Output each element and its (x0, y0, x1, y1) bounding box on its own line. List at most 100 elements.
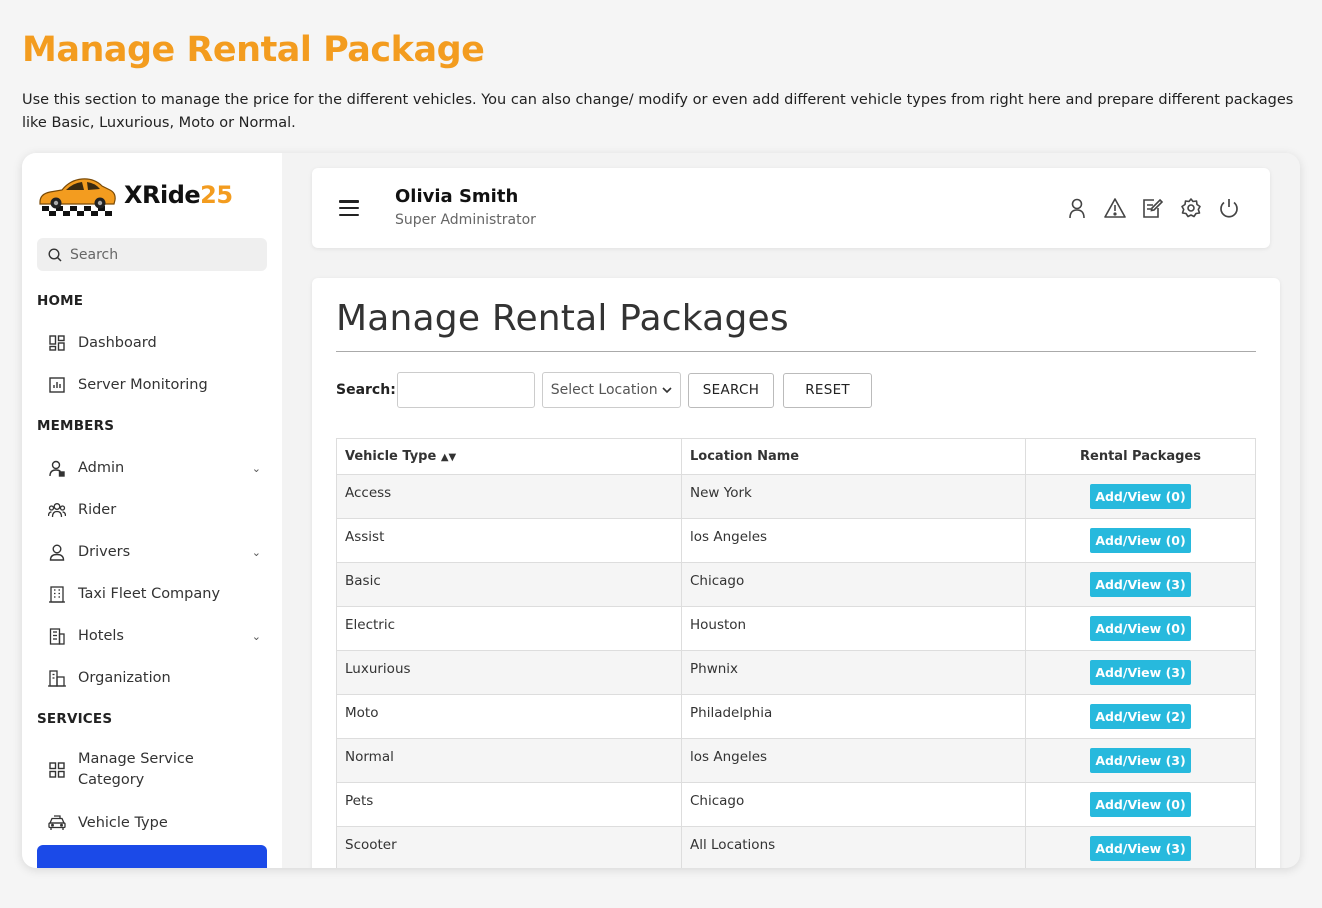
user-name: Olivia Smith (395, 186, 519, 207)
add-view-packages-button[interactable]: Add/View (3) (1090, 572, 1191, 597)
location-name-cell: Philadelphia (681, 694, 1026, 739)
table-row: Electric Houston Add/View (0) (336, 606, 1256, 651)
vehicle-type-cell: Electric (336, 606, 682, 651)
settings-icon[interactable] (1180, 197, 1202, 219)
sidebar-item-taxi-fleet-company[interactable]: Taxi Fleet Company (37, 584, 267, 604)
chevron-down-icon: ⌄ (251, 629, 261, 643)
location-name-cell: Chicago (681, 782, 1026, 827)
page-title: Manage Rental Package (22, 30, 485, 70)
sidebar-item-hotels[interactable]: Hotels ⌄ (37, 626, 267, 646)
rental-packages-cell: Add/View (2) (1025, 694, 1256, 739)
section-home: HOME (37, 293, 84, 309)
top-bar: Olivia Smith Super Administrator (312, 168, 1270, 248)
sidebar-item-label: Drivers (78, 544, 131, 560)
car-logo-icon (39, 178, 116, 216)
menu-icon[interactable] (339, 200, 359, 216)
location-select[interactable]: Select Location (541, 372, 681, 408)
add-view-packages-button[interactable]: Add/View (3) (1090, 660, 1191, 685)
sidebar-item-rider[interactable]: Rider (37, 500, 267, 520)
sidebar-item-label: Server Monitoring (78, 377, 208, 393)
rental-packages-cell: Add/View (0) (1025, 606, 1256, 651)
vehicle-type-cell: Pets (336, 782, 682, 827)
add-view-packages-button[interactable]: Add/View (3) (1090, 836, 1191, 861)
alert-icon[interactable] (1104, 197, 1126, 219)
sidebar-item-label: Taxi Fleet Company (78, 586, 221, 602)
chevron-down-icon: ⌄ (251, 545, 261, 559)
panel-title: Manage Rental Packages (336, 298, 789, 339)
location-name-cell: los Angeles (681, 738, 1026, 783)
chevron-down-icon: ⌄ (251, 461, 261, 475)
location-select-value: Select Location (550, 382, 658, 398)
rental-packages-cell: Add/View (3) (1025, 738, 1256, 783)
column-header-vehicle-type[interactable]: Vehicle Type ▲▼ (336, 438, 682, 475)
add-view-packages-button[interactable]: Add/View (0) (1090, 792, 1191, 817)
vehicle-type-cell: Normal (336, 738, 682, 783)
user-role: Super Administrator (395, 212, 536, 228)
section-services: SERVICES (37, 711, 113, 727)
dashboard-icon (47, 333, 67, 353)
sidebar-item-dashboard[interactable]: Dashboard (37, 333, 267, 353)
rider-group-icon (47, 500, 67, 520)
brand-logo[interactable]: XRide25 (36, 171, 233, 219)
sidebar-item-label: Manage Service Category (78, 751, 194, 788)
table-row: Pets Chicago Add/View (0) (336, 782, 1256, 827)
location-name-cell: New York (681, 474, 1026, 519)
table-row: Basic Chicago Add/View (3) (336, 562, 1256, 607)
location-name-cell: Houston (681, 606, 1026, 651)
sidebar-item-admin[interactable]: Admin ⌄ (37, 458, 267, 478)
sidebar-search[interactable] (37, 238, 267, 271)
add-view-packages-button[interactable]: Add/View (3) (1090, 748, 1191, 773)
table-row: Moto Philadelphia Add/View (2) (336, 694, 1256, 739)
search-label: Search: (336, 382, 396, 398)
section-members: MEMBERS (37, 418, 115, 434)
vehicle-type-cell: Assist (336, 518, 682, 563)
location-name-cell: los Angeles (681, 518, 1026, 563)
add-view-packages-button[interactable]: Add/View (0) (1090, 528, 1191, 553)
table-row: Scooter All Locations Add/View (3) (336, 826, 1256, 868)
reset-button[interactable]: RESET (783, 372, 872, 408)
vehicle-type-cell: Scooter (336, 826, 682, 868)
car-icon (47, 813, 67, 833)
table-header-row: Vehicle Type ▲▼ Location Name Rental Pac… (336, 438, 1256, 475)
page-description: Use this section to manage the price for… (22, 92, 1294, 131)
vehicle-type-cell: Basic (336, 562, 682, 607)
sidebar-item-label: Rider (78, 502, 117, 518)
grid-icon (47, 760, 67, 780)
sidebar-search-input[interactable] (70, 246, 250, 263)
brand-name: XRide25 (124, 181, 233, 209)
sidebar-item-active[interactable] (37, 845, 267, 868)
search-button[interactable]: SEARCH (687, 372, 775, 408)
table-row: Normal los Angeles Add/View (3) (336, 738, 1256, 783)
filter-bar: Search: Select Location SEARCH RESET (336, 372, 872, 408)
rental-packages-cell: Add/View (0) (1025, 782, 1256, 827)
chevron-down-icon (662, 386, 672, 393)
column-header-rental-packages: Rental Packages (1025, 438, 1256, 475)
sidebar-item-server-monitoring[interactable]: Server Monitoring (37, 375, 267, 395)
sidebar-item-label: Admin (78, 460, 125, 476)
sidebar-item-label: Vehicle Type (78, 815, 168, 831)
add-view-packages-button[interactable]: Add/View (0) (1090, 616, 1191, 641)
building-icon (47, 584, 67, 604)
profile-icon[interactable] (1066, 197, 1088, 219)
power-icon[interactable] (1218, 197, 1240, 219)
app-window: XRide25 HOME Dashboard Server Monitoring… (22, 153, 1300, 868)
rental-packages-cell: Add/View (3) (1025, 562, 1256, 607)
sidebar-item-organization[interactable]: Organization (37, 668, 267, 688)
sidebar-item-drivers[interactable]: Drivers ⌄ (37, 542, 267, 562)
column-header-location-name: Location Name (681, 438, 1026, 475)
add-view-packages-button[interactable]: Add/View (2) (1090, 704, 1191, 729)
add-view-packages-button[interactable]: Add/View (0) (1090, 484, 1191, 509)
rental-packages-table: Vehicle Type ▲▼ Location Name Rental Pac… (336, 438, 1256, 868)
sidebar-item-label: Hotels (78, 628, 124, 644)
search-input[interactable] (396, 372, 535, 408)
sidebar-item-vehicle-type[interactable]: Vehicle Type (37, 813, 267, 833)
table-row: Luxurious Phwnix Add/View (3) (336, 650, 1256, 695)
search-icon (48, 247, 62, 262)
table-row: Assist los Angeles Add/View (0) (336, 518, 1256, 563)
sort-icon[interactable]: ▲▼ (441, 452, 456, 463)
vehicle-type-cell: Luxurious (336, 650, 682, 695)
location-name-cell: Phwnix (681, 650, 1026, 695)
sidebar-item-manage-service-category[interactable]: Manage Service Category (37, 749, 267, 791)
edit-note-icon[interactable] (1142, 197, 1164, 219)
vehicle-type-cell: Access (336, 474, 682, 519)
